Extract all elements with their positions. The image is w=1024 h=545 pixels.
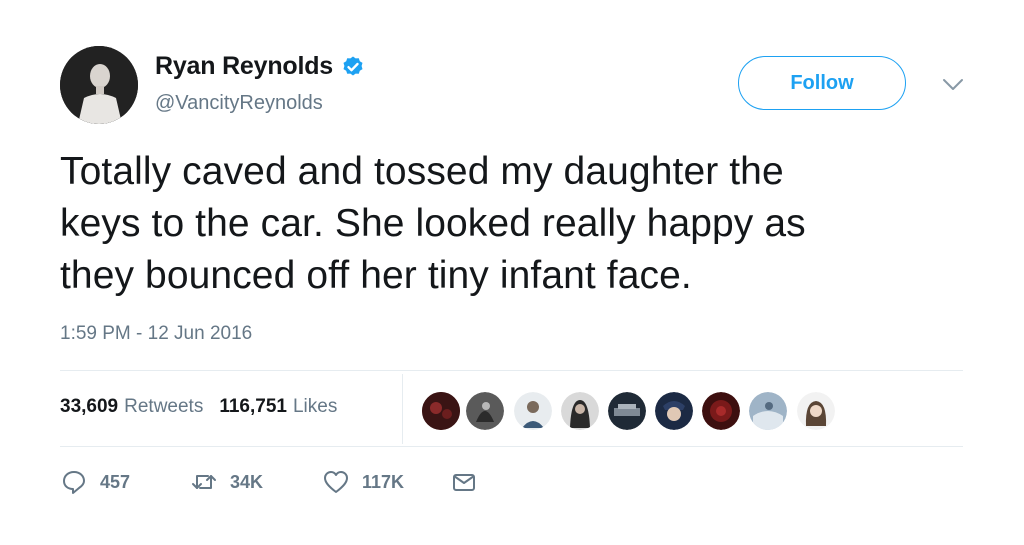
likes-count: 116,751	[219, 396, 287, 417]
liker-avatar[interactable]	[420, 390, 462, 432]
divider	[60, 370, 963, 371]
liker-avatar[interactable]	[700, 390, 742, 432]
retweet-icon	[192, 475, 216, 489]
tweet-text: Totally caved and tossed my daughter the…	[60, 146, 960, 302]
likes-stat[interactable]: 116,751 Likes	[219, 396, 337, 418]
retweet-count: 34K	[230, 471, 264, 492]
retweets-stat[interactable]: 33,609 Retweets	[60, 396, 203, 418]
author-handle[interactable]: @VancityReynolds	[155, 92, 323, 115]
reply-button[interactable]: 457	[60, 468, 130, 496]
liker-avatar[interactable]	[747, 390, 789, 432]
tweet-timestamp[interactable]: 1:59 PM - 12 Jun 2016	[60, 323, 252, 345]
tweet-stats: 33,609 Retweets 116,751 Likes	[60, 396, 337, 418]
tweet-text-line: they bounced off her tiny infant face.	[60, 254, 692, 297]
author-display-name[interactable]: Ryan Reynolds	[155, 52, 333, 81]
heart-icon	[324, 471, 348, 493]
liker-avatar[interactable]	[606, 390, 648, 432]
tweet-text-line: Totally caved and tossed my daughter the	[60, 150, 784, 193]
divider	[60, 446, 963, 447]
tweet-actions: 457 34K 117K	[60, 468, 540, 502]
liker-avatar[interactable]	[653, 390, 695, 432]
author-avatar[interactable]	[60, 46, 138, 124]
reply-icon	[63, 471, 85, 494]
follow-button[interactable]: Follow	[738, 56, 906, 110]
like-button[interactable]: 117K	[322, 468, 404, 496]
liker-avatar[interactable]	[795, 390, 837, 432]
retweets-label: Retweets	[124, 396, 204, 417]
liker-avatar[interactable]	[512, 390, 554, 432]
retweets-count: 33,609	[60, 396, 119, 417]
author-name-row[interactable]: Ryan Reynolds	[155, 52, 365, 81]
direct-message-button[interactable]	[450, 468, 478, 496]
liker-avatar[interactable]	[464, 390, 506, 432]
retweet-button[interactable]: 34K	[190, 468, 263, 496]
tweet-text-line: keys to the car. She looked really happy…	[60, 202, 806, 245]
envelope-icon	[453, 474, 475, 491]
verified-badge-icon	[341, 55, 365, 79]
chevron-down-icon[interactable]	[942, 78, 964, 92]
like-count: 117K	[362, 471, 405, 492]
likes-label: Likes	[292, 396, 338, 417]
liker-avatar[interactable]	[559, 390, 601, 432]
reply-count: 457	[100, 471, 131, 492]
divider	[402, 374, 403, 444]
